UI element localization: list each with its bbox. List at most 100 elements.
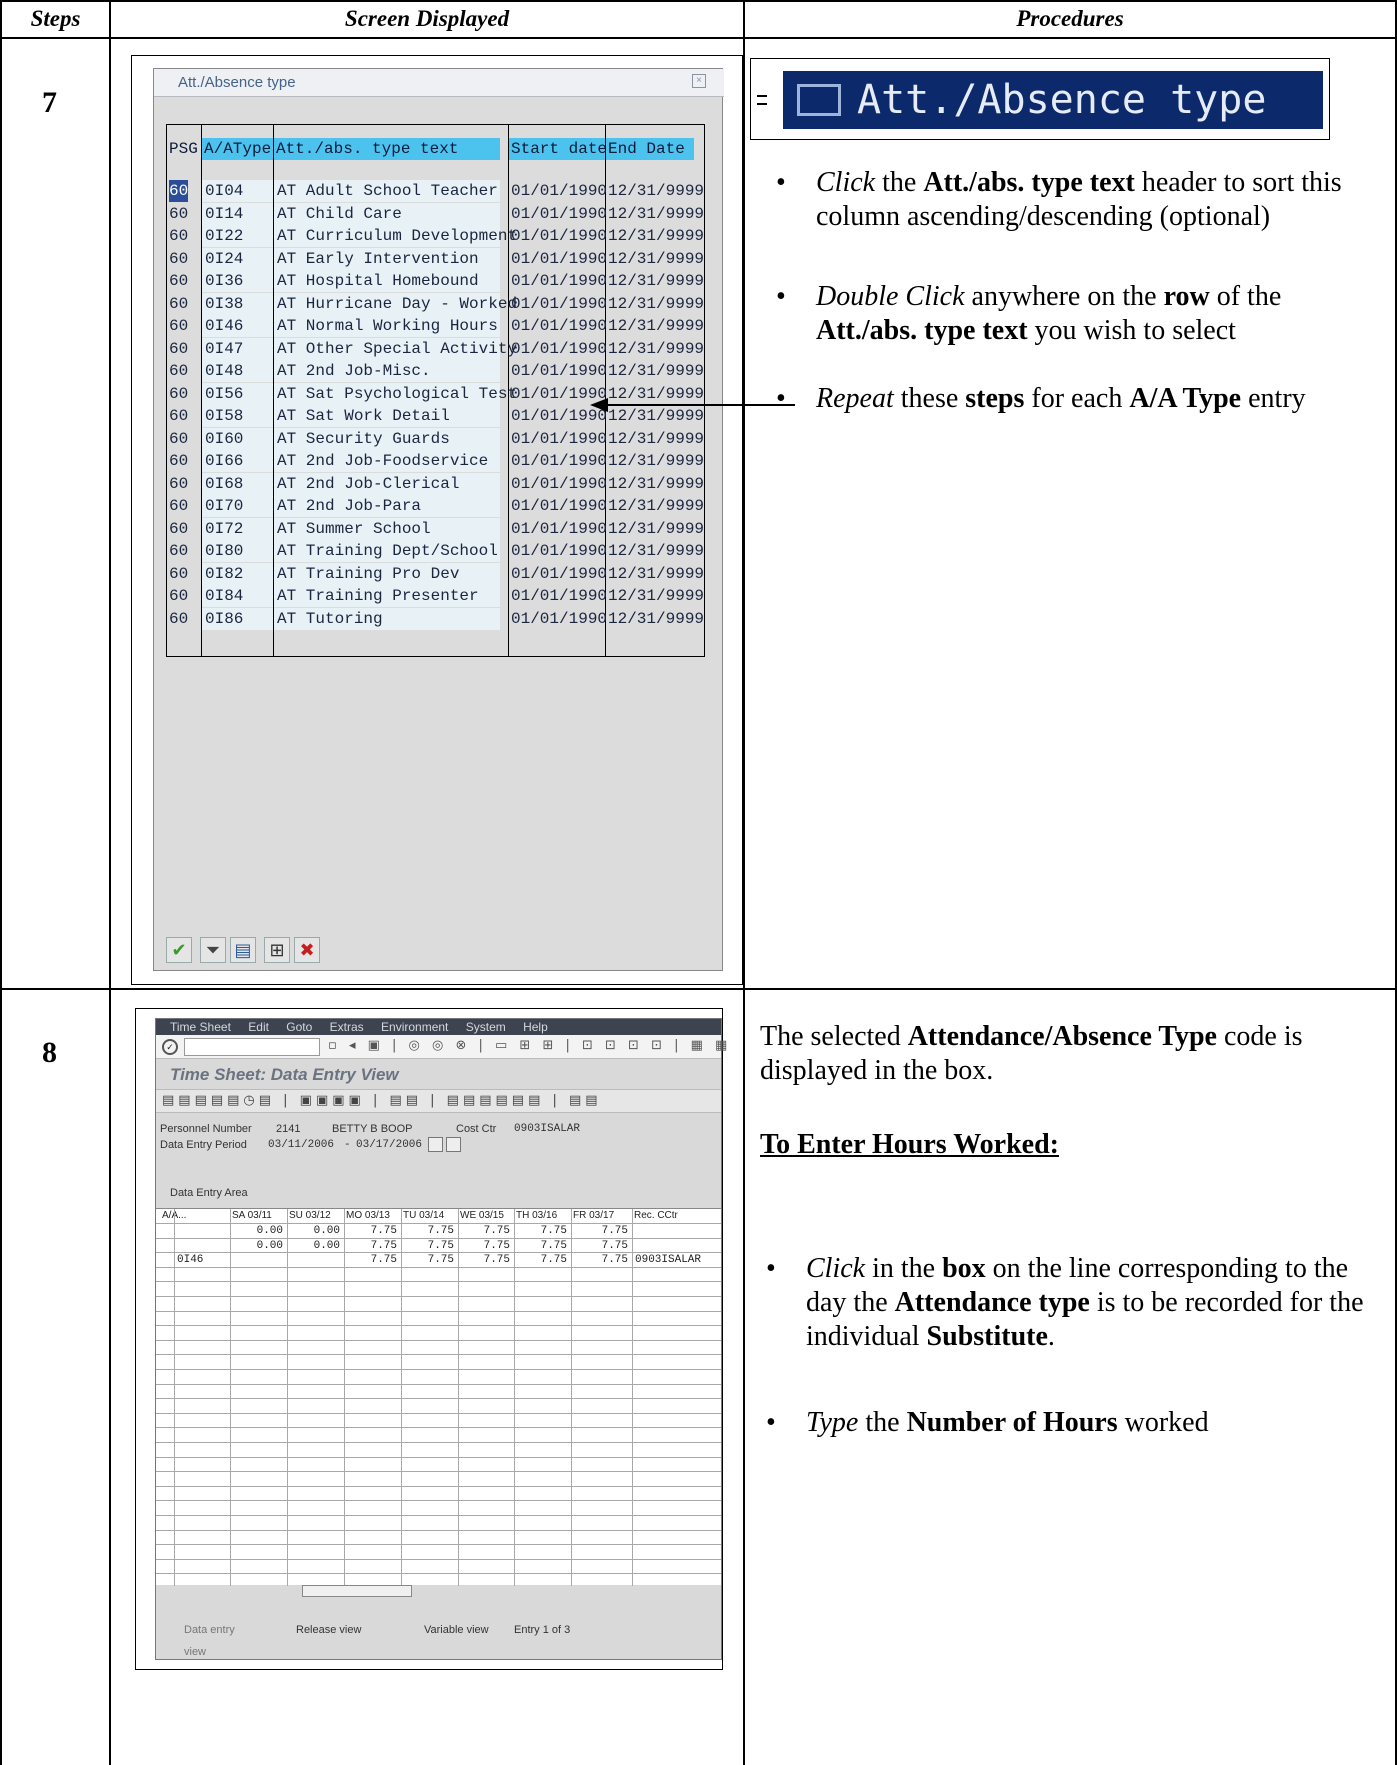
grid-value-cell[interactable]: 7.75	[401, 1253, 454, 1267]
tab-data-entry-view[interactable]: Data entry view	[160, 1619, 256, 1663]
grid-value-cell[interactable]: 7.75	[458, 1224, 510, 1238]
grid-value-cell[interactable]: 7.75	[458, 1253, 510, 1267]
grid-col-header[interactable]: SU 03/12	[289, 1209, 331, 1223]
grid-value-cell[interactable]: 7.75	[458, 1239, 510, 1253]
grid-value-cell[interactable]: 7.75	[401, 1224, 454, 1238]
find-icon[interactable]: ⊞	[264, 937, 290, 963]
grid-value-cell[interactable]: 7.75	[571, 1239, 628, 1253]
header-procedures: Procedures	[1016, 6, 1124, 31]
intro-bold: Attendance/Absence Type	[907, 1021, 1217, 1052]
grid-value-cell[interactable]: 0.00	[230, 1224, 283, 1238]
sort-icon[interactable]: ▤	[230, 937, 256, 963]
grid-col-header[interactable]: WE 03/15	[460, 1209, 504, 1223]
att-type-row[interactable]: 60 0I36 AT Hospital Homebound 01/01/1990 12/…	[167, 270, 706, 292]
next-period-icon[interactable]	[446, 1137, 461, 1152]
prev-period-icon[interactable]	[428, 1137, 443, 1152]
col-header-psg[interactable]: PSG	[167, 138, 201, 160]
close-icon[interactable]: ×	[692, 74, 706, 88]
grid-hline	[156, 1471, 721, 1473]
period-to[interactable]: 03/17/2006	[356, 1139, 422, 1151]
col-header-start-date[interactable]: Start date	[509, 138, 607, 160]
att-type-row[interactable]: 60 0I24 AT Early Intervention 01/01/1990 12/…	[167, 247, 706, 270]
att-type-row[interactable]: 60 0I86 AT Tutoring 01/01/1990 12/31/9999	[167, 607, 706, 630]
grid-value-cell[interactable]: 7.75	[514, 1253, 567, 1267]
grid-col-header[interactable]: FR 03/17	[573, 1209, 614, 1223]
col-header-end-date[interactable]: End Date	[606, 138, 694, 160]
grid-value-cell[interactable]: 0.00	[230, 1239, 283, 1253]
grid-value-cell[interactable]: 7.75	[344, 1239, 397, 1253]
menu-help[interactable]: Help	[523, 1020, 548, 1034]
att-type-row[interactable]: 60 0I14 AT Child Care 01/01/1990 12/31/9999	[167, 202, 706, 225]
grid-value-cell[interactable]: 7.75	[344, 1253, 397, 1267]
grid-value-cell[interactable]: 7.75	[571, 1253, 628, 1267]
grid-value-cell[interactable]: 0903ISALAR	[635, 1253, 720, 1267]
menu-extras[interactable]: Extras	[330, 1020, 364, 1034]
enter-icon[interactable]: ✓	[162, 1039, 178, 1055]
grid-hline	[156, 1281, 721, 1283]
proc-action: Click	[806, 1253, 866, 1284]
menu-time-sheet[interactable]: Time Sheet	[170, 1020, 231, 1034]
grid-cell: 12/31/9999	[608, 474, 705, 493]
grid-cell: 12/31/9999	[608, 249, 705, 268]
att-type-row[interactable]: 60 0I22 AT Curriculum Development 01/01/199…	[167, 225, 706, 247]
grid-col-header[interactable]: TH 03/16	[516, 1209, 557, 1223]
grid-value-cell[interactable]: 7.75	[401, 1239, 454, 1253]
grid-cell: AT Security Guards	[277, 429, 450, 448]
grid-value-cell[interactable]: 7.75	[571, 1224, 628, 1238]
att-type-row[interactable]: 60 0I82 AT Training Pro Dev 01/01/1990 12/31…	[167, 562, 706, 585]
menu-edit[interactable]: Edit	[248, 1020, 269, 1034]
grid-value-cell[interactable]: 0.00	[287, 1239, 340, 1253]
menu-system[interactable]: System	[466, 1020, 506, 1034]
step8-procedures: The selected Attendance/Absence Type cod…	[760, 1020, 1380, 1440]
grid-cell: 0I82	[205, 564, 244, 583]
grid-cell: AT 2nd Job-Misc.	[277, 362, 431, 380]
grid-cell: 60	[169, 452, 189, 470]
grid-hline	[156, 1339, 721, 1341]
cancel-x-icon[interactable]: ✖	[294, 937, 320, 963]
procedure-item: • Repeat these steps for each A/A Type en…	[776, 383, 1306, 414]
grid-value-cell[interactable]: 0I46	[177, 1253, 229, 1267]
grid-hline	[156, 1296, 721, 1297]
period-label: Data Entry Period	[160, 1139, 247, 1151]
grid-value-cell[interactable]: 0.00	[287, 1224, 340, 1238]
att-type-row[interactable]: 60 0I04 AT Adult School Teacher 01/01/1990 1…	[167, 180, 706, 202]
grid-cell: 60	[169, 294, 189, 313]
proc-bold: Attendance type	[894, 1287, 1090, 1318]
grid-value-cell[interactable]: 7.75	[344, 1224, 397, 1238]
col-header-aatype[interactable]: A/AType	[202, 138, 273, 160]
horizontal-scrollbar[interactable]	[302, 1585, 412, 1597]
grid-cell: 0I70	[205, 497, 244, 515]
grid-value-cell[interactable]: 7.75	[514, 1239, 567, 1253]
grid-col-header[interactable]: MO 03/13	[346, 1209, 390, 1223]
menu-environment[interactable]: Environment	[381, 1020, 448, 1034]
menu-goto[interactable]: Goto	[286, 1020, 312, 1034]
proc-text: these	[893, 383, 966, 414]
tab-variable-view[interactable]: Variable view	[382, 1619, 506, 1641]
att-type-row[interactable]: 60 0I46 AT Normal Working Hours 01/01/1990 1…	[167, 315, 706, 337]
att-type-row[interactable]: 60 0I84 AT Training Presenter 01/01/1990 12/…	[167, 585, 706, 607]
data-entry-grid: A/A...SA 03/11SU 03/12MO 03/13TU 03/14WE…	[156, 1208, 721, 1586]
att-type-row[interactable]: 60 0I38 AT Hurricane Day - Worked 01/01/199…	[167, 292, 706, 315]
att-type-row[interactable]: 60 0I68 AT 2nd Job-Clerical 01/01/1990 12/31…	[167, 472, 706, 495]
confirm-check-icon[interactable]: ✔	[166, 937, 192, 963]
command-field[interactable]	[184, 1038, 320, 1056]
grid-col-header[interactable]: SA 03/11	[232, 1209, 272, 1223]
att-type-row[interactable]: 60 0I60 AT Security Guards 01/01/1990 12/31/…	[167, 427, 706, 450]
att-type-row[interactable]: 60 0I66 AT 2nd Job-Foodservice 01/01/1990 12…	[167, 450, 706, 472]
att-type-row[interactable]: 60 0I48 AT 2nd Job-Misc. 01/01/1990 12/31/99…	[167, 360, 706, 382]
grid-col-header[interactable]: Rec. CCtr	[634, 1209, 678, 1223]
cost-ctr-label: Cost Ctr	[456, 1123, 497, 1135]
att-type-row[interactable]: 60 0I72 AT Summer School 01/01/1990 12/31/99…	[167, 517, 706, 540]
period-from[interactable]: 03/11/2006	[268, 1139, 334, 1151]
col-header-att-text[interactable]: Att./abs. type text	[274, 138, 500, 160]
att-type-row[interactable]: 60 0I80 AT Training Dept/School 01/01/1990 1…	[167, 540, 706, 562]
grid-col-header[interactable]: TU 03/14	[403, 1209, 444, 1223]
grid-cell: 01/01/1990	[511, 227, 608, 245]
tab-release-view[interactable]: Release view	[260, 1619, 376, 1641]
att-type-row[interactable]: 60 0I47 AT Other Special Activity 01/01/199…	[167, 337, 706, 360]
filter-icon[interactable]: ⏷	[200, 937, 226, 963]
intro-text: The selected	[760, 1021, 908, 1052]
att-type-row[interactable]: 60 0I70 AT 2nd Job-Para 01/01/1990 12/31/999…	[167, 495, 706, 517]
callout-edge	[757, 95, 767, 97]
grid-value-cell[interactable]: 7.75	[514, 1224, 567, 1238]
